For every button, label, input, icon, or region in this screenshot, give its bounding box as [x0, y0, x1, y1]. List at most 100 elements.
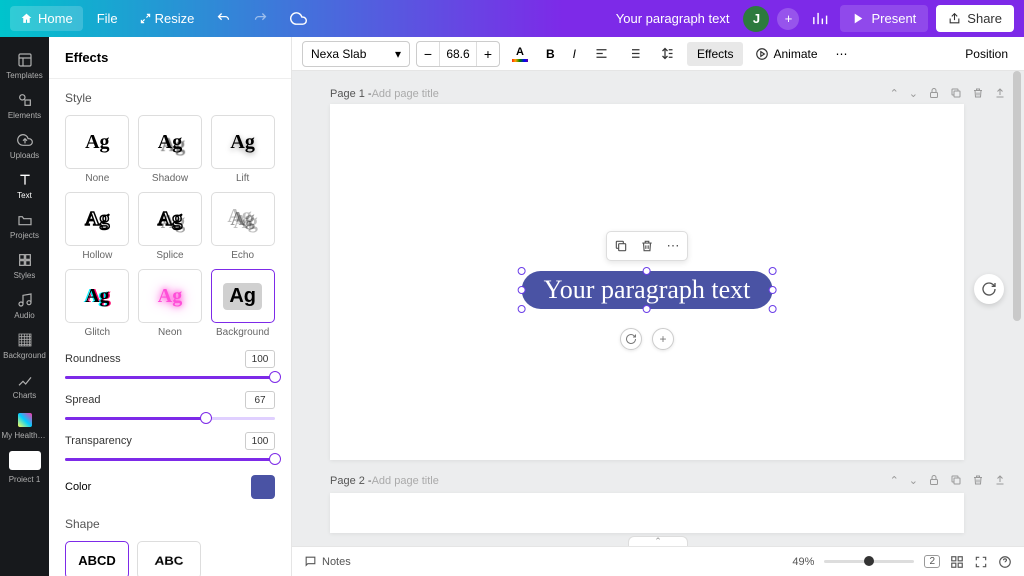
shape-flat[interactable]: ABCD — [65, 541, 129, 576]
style-echo[interactable]: AgEcho — [210, 192, 275, 261]
spread-slider[interactable] — [65, 417, 275, 420]
collapse-up-icon-2[interactable]: ⌃ — [890, 474, 899, 487]
page-peek-handle[interactable]: ⌃ — [628, 536, 688, 546]
insights-icon[interactable] — [807, 6, 832, 31]
resize-handle-bm[interactable] — [643, 305, 651, 313]
style-neon[interactable]: AgNeon — [138, 269, 203, 338]
collapse-up-icon[interactable]: ⌃ — [890, 87, 899, 100]
zoom-value[interactable]: 49% — [792, 556, 814, 568]
style-glitch[interactable]: AgGlitch — [65, 269, 130, 338]
rail-styles[interactable]: Styles — [0, 245, 49, 285]
font-select[interactable]: Nexa Slab ▾ — [302, 41, 410, 67]
resize-handle-ml[interactable] — [518, 286, 526, 294]
zoom-thumb[interactable] — [864, 556, 874, 566]
export-icon[interactable] — [994, 87, 1006, 100]
more-element-icon[interactable]: ⋯ — [664, 237, 682, 255]
add-member-button[interactable]: + — [777, 8, 799, 30]
canvas-area[interactable]: Page 1 - Add page title ⌃ ⌄ ⋯ Your parag… — [292, 71, 1024, 546]
transparency-control: Transparency100 — [65, 432, 275, 461]
rail-text[interactable]: Text — [0, 165, 49, 205]
rail-folder-health[interactable]: My Health C... — [0, 405, 49, 445]
help-icon[interactable] — [998, 555, 1012, 569]
transparency-slider[interactable] — [65, 458, 275, 461]
notes-button[interactable]: Notes — [304, 555, 351, 568]
export-icon-2[interactable] — [994, 474, 1006, 487]
font-size-increase[interactable]: + — [477, 41, 499, 67]
font-size-input[interactable] — [439, 42, 477, 66]
duplicate-icon-2[interactable] — [950, 474, 962, 487]
rail-background[interactable]: Background — [0, 325, 49, 365]
grid-view-icon[interactable] — [950, 555, 964, 569]
style-splice[interactable]: AgSplice — [138, 192, 203, 261]
more-button[interactable]: ⋯ — [830, 43, 854, 65]
rotate-handle[interactable] — [620, 328, 642, 350]
text-pill[interactable]: Your paragraph text — [522, 271, 773, 309]
undo-button[interactable] — [208, 6, 239, 31]
element-context-toolbar: ⋯ — [606, 231, 688, 261]
rail-uploads[interactable]: Uploads — [0, 125, 49, 165]
duplicate-element-icon[interactable] — [612, 237, 630, 255]
align-button[interactable] — [588, 42, 615, 65]
add-element-button[interactable]: + — [652, 328, 674, 350]
rail-elements[interactable]: Elements — [0, 85, 49, 125]
redo-button[interactable] — [245, 6, 276, 31]
zoom-slider[interactable] — [824, 560, 914, 563]
page-count-badge[interactable]: 2 — [924, 555, 940, 568]
style-lift[interactable]: AgLift — [210, 115, 275, 184]
italic-button[interactable]: I — [567, 43, 582, 65]
roundness-slider[interactable] — [65, 376, 275, 379]
fullscreen-icon[interactable] — [974, 555, 988, 569]
vertical-scrollbar[interactable] — [1013, 71, 1021, 321]
home-button[interactable]: Home — [10, 6, 83, 31]
animate-button[interactable]: Animate — [749, 43, 823, 65]
file-menu[interactable]: File — [89, 6, 126, 31]
avatar[interactable]: J — [743, 6, 769, 32]
present-button[interactable]: Present — [840, 5, 928, 32]
list-button[interactable] — [621, 42, 648, 65]
expand-down-icon-2[interactable]: ⌄ — [909, 474, 918, 487]
rail-templates[interactable]: Templates — [0, 45, 49, 85]
transparency-value[interactable]: 100 — [245, 432, 275, 450]
roundness-value[interactable]: 100 — [245, 350, 275, 368]
lock-icon-2[interactable] — [928, 474, 940, 487]
document-title[interactable]: Your paragraph text — [616, 11, 730, 26]
style-hollow[interactable]: AgHollow — [65, 192, 130, 261]
style-shadow[interactable]: AgShadow — [138, 115, 203, 184]
regenerate-fab[interactable] — [974, 274, 1004, 304]
rail-audio[interactable]: Audio — [0, 285, 49, 325]
rail-project-1[interactable]: Project 1 — [0, 445, 49, 485]
color-swatch[interactable] — [251, 475, 275, 499]
canvas-page-1[interactable]: ⋯ Your paragraph text + — [330, 104, 964, 460]
resize-handle-mr[interactable] — [768, 286, 776, 294]
font-size-decrease[interactable]: − — [417, 41, 439, 67]
page-1-title-input[interactable]: Add page title — [372, 88, 439, 100]
duplicate-icon[interactable] — [950, 87, 962, 100]
resize-handle-tr[interactable] — [768, 267, 776, 275]
share-icon — [948, 12, 961, 25]
resize-button[interactable]: Resize — [132, 6, 203, 31]
font-color-button[interactable]: A — [506, 42, 534, 66]
spacing-button[interactable] — [654, 42, 681, 65]
style-background[interactable]: AgBackground — [210, 269, 275, 338]
style-none[interactable]: AgNone — [65, 115, 130, 184]
rail-projects[interactable]: Projects — [0, 205, 49, 245]
expand-down-icon[interactable]: ⌄ — [909, 87, 918, 100]
shape-curve[interactable]: ABC — [137, 541, 201, 576]
delete-icon[interactable] — [972, 87, 984, 100]
spread-value[interactable]: 67 — [245, 391, 275, 409]
resize-handle-bl[interactable] — [518, 305, 526, 313]
lock-icon[interactable] — [928, 87, 940, 100]
delete-element-icon[interactable] — [638, 237, 656, 255]
text-element[interactable]: Your paragraph text — [522, 271, 773, 309]
bold-button[interactable]: B — [540, 43, 561, 65]
rail-charts[interactable]: Charts — [0, 365, 49, 405]
resize-handle-tl[interactable] — [518, 267, 526, 275]
position-button[interactable]: Position — [959, 47, 1014, 61]
effects-button[interactable]: Effects — [687, 42, 743, 66]
share-button[interactable]: Share — [936, 5, 1014, 32]
cloud-sync-icon[interactable] — [282, 5, 315, 32]
page-2-title-input[interactable]: Add page title — [372, 475, 439, 487]
resize-handle-br[interactable] — [768, 305, 776, 313]
canvas-page-2[interactable] — [330, 493, 964, 533]
delete-icon-2[interactable] — [972, 474, 984, 487]
